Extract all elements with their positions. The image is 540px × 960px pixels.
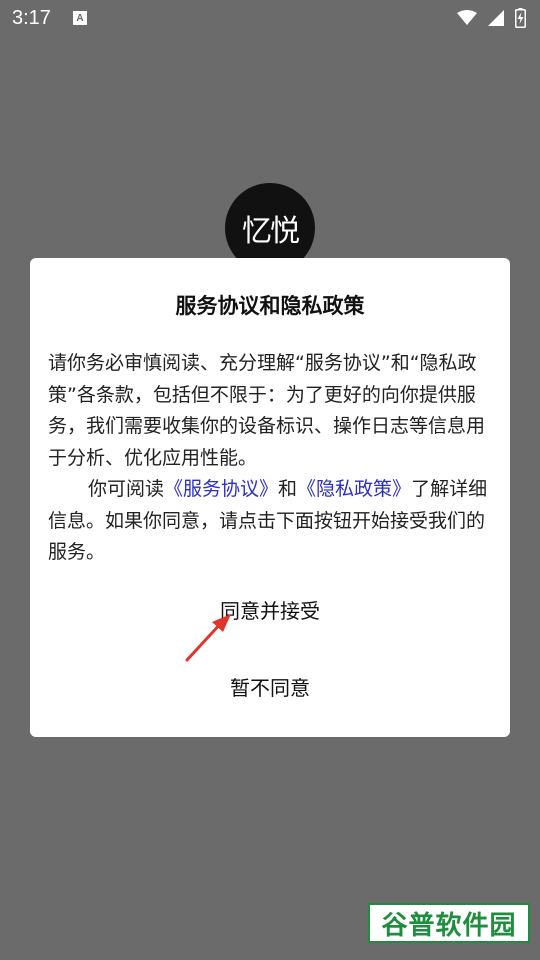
status-left: 3:17 A	[12, 7, 87, 30]
privacy-dialog: 服务协议和隐私政策 请你务必审慎阅读、充分理解“服务协议”和“隐私政策”各条款，…	[30, 258, 510, 737]
dialog-paragraph-1: 请你务必审慎阅读、充分理解“服务协议”和“隐私政策”各条款，包括但不限于：为了更…	[48, 352, 486, 469]
dialog-paragraph-2: 你可阅读《服务协议》和《隐私政策》了解详细信息。如果你同意，请点击下面按钮开始接…	[48, 474, 492, 569]
service-agreement-link[interactable]: 《服务协议》	[164, 478, 278, 500]
status-bar: 3:17 A	[0, 0, 540, 36]
decline-button[interactable]: 暂不同意	[170, 668, 370, 708]
status-time: 3:17	[12, 6, 51, 29]
paragraph-2-and: 和	[278, 478, 298, 500]
status-right	[457, 8, 526, 28]
watermark-logo: 谷普软件园	[368, 903, 530, 943]
cellular-signal-icon	[488, 10, 504, 26]
notification-a-icon: A	[72, 11, 87, 25]
wifi-icon	[457, 10, 477, 25]
pointer-arrow-icon	[185, 614, 231, 662]
app-logo-text: 忆悦	[242, 214, 300, 249]
privacy-policy-link[interactable]: 《隐私政策》	[297, 478, 411, 500]
dialog-body: 请你务必审慎阅读、充分理解“服务协议”和“隐私政策”各条款，包括但不限于：为了更…	[48, 348, 492, 569]
dialog-title: 服务协议和隐私政策	[175, 294, 365, 318]
paragraph-2-prefix: 你可阅读	[88, 478, 165, 500]
battery-charging-icon	[515, 8, 526, 28]
